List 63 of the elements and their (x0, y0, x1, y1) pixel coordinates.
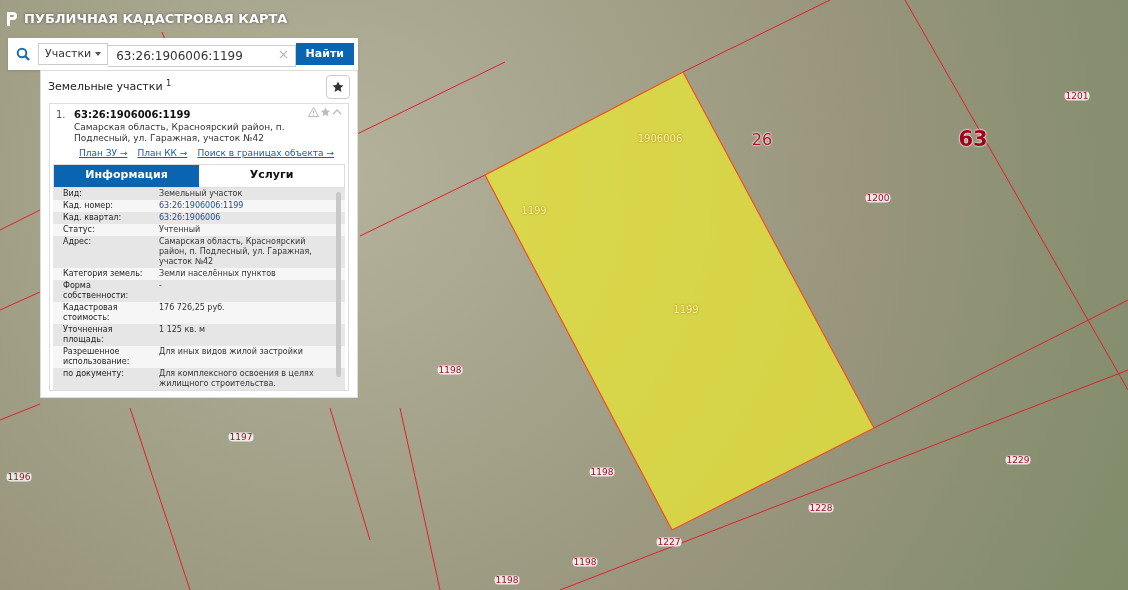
category-dropdown[interactable]: Участки (38, 43, 109, 65)
info-value: 176 726,25 руб. (159, 302, 226, 314)
star-icon (332, 81, 344, 93)
info-value: Земли населённых пунктов (159, 268, 277, 279)
info-label: Вид: (63, 188, 83, 199)
map-label: 1229 (1005, 455, 1031, 465)
info-value: Земельный участок (159, 188, 244, 199)
result-address: Самарская область, Красноярский район, п. Подлесный, ул. Гаражная, участок №42 (74, 122, 286, 144)
cadastral-number[interactable]: 63:26:1906006:1199 (74, 107, 308, 122)
warning-icon[interactable] (308, 107, 319, 117)
search-icon[interactable] (16, 47, 30, 61)
result-link[interactable]: Поиск в границах объекта → (197, 147, 334, 161)
info-label: Кад. квартал: (63, 212, 123, 223)
tab[interactable]: Информация (54, 164, 199, 187)
find-button[interactable]: Найти (295, 43, 354, 65)
map-label: 1198 (437, 365, 463, 375)
search-field[interactable]: 63:26:1906006:1199 (108, 45, 296, 67)
parcel-boundary (0, 291, 41, 311)
collapse-icon[interactable] (332, 107, 342, 117)
info-label: Статус: (63, 224, 96, 235)
map-label: 1200 (865, 193, 891, 203)
results-title: Земельные участки $^{1}$ (48, 78, 172, 95)
parcel-boundary (0, 403, 41, 421)
info-value[interactable]: 63:26:1906006 (159, 212, 329, 223)
map-label: 1227 (656, 537, 682, 547)
app-title: ПУБЛИЧНАЯ КАДАСТРОВАЯ КАРТА (24, 10, 288, 28)
map-label: 1197 (228, 432, 254, 442)
info-value[interactable]: 63:26:1906006:1199 (159, 200, 329, 211)
logo-icon (6, 10, 18, 27)
map-label: 1199 (673, 305, 699, 315)
info-value: Учтенный (159, 224, 202, 235)
info-value: Для иных видов жилой застройки (159, 346, 304, 358)
info-label: Уточненная площадь: (63, 324, 114, 345)
map-label: 1199 (521, 206, 547, 216)
star-icon[interactable] (320, 107, 331, 117)
clear-icon[interactable] (278, 50, 288, 59)
map-label: 1198 (572, 557, 598, 567)
info-label: Разрешенное использование: (63, 346, 131, 367)
info-value: Самарская область, Красноярский район, п. Подлесный, ул. Гаражная, участок №42 (159, 236, 313, 267)
parcel-boundary (0, 209, 41, 231)
map-label: 26 (751, 132, 773, 148)
caret-icon (95, 52, 102, 56)
map-label: 1196 (6, 472, 32, 482)
map-label: 63 (958, 128, 988, 150)
info-label: Адрес: (63, 236, 93, 248)
info-label: Категория земель: (63, 268, 144, 279)
info-label: Кадастровая стоимость: (63, 302, 119, 323)
favorite-button[interactable] (326, 75, 350, 99)
info-value: 1 125 кв. м (159, 324, 207, 336)
info-label: Форма собственности: (63, 280, 130, 301)
map-label: 1198 (589, 467, 615, 477)
result-link[interactable]: План КК → (137, 147, 188, 161)
result-index: 1. (56, 108, 67, 122)
map-label: 1228 (808, 503, 834, 513)
info-value: Для комплексного освоения в целях жилищного строительства. (159, 368, 315, 389)
info-label: по документу: (63, 368, 125, 380)
result-link[interactable]: План ЗУ → (79, 147, 128, 161)
map-label: 1198 (494, 575, 520, 585)
info-label: Кад. номер: (63, 200, 115, 211)
map-label: 1906006 (637, 134, 683, 144)
map-label: 1201 (1064, 91, 1090, 101)
scrollbar[interactable] (336, 191, 341, 377)
info-value: - (159, 280, 163, 292)
